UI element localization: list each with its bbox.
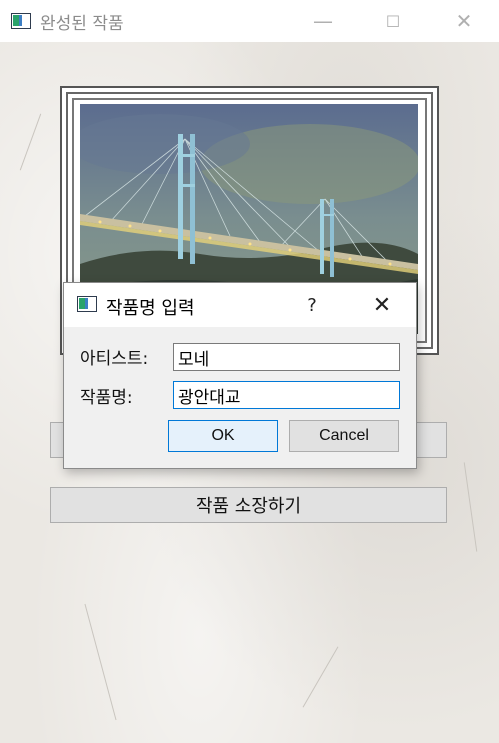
collect-artwork-button[interactable]: 작품 소장하기 xyxy=(50,487,447,523)
window-title: 완성된 작품 xyxy=(40,14,124,34)
maximize-button[interactable]: ☐ xyxy=(370,0,416,42)
artist-label: 아티스트: xyxy=(80,349,149,369)
dialog-app-icon xyxy=(77,296,97,312)
title-label: 작품명: xyxy=(80,388,133,408)
artwork-name-dialog: 작품명 입력 ? ✕ 아티스트: 모네 작품명: 광안대교 OK Cancel xyxy=(63,282,417,469)
cancel-button[interactable]: Cancel xyxy=(289,420,399,452)
dialog-title: 작품명 입력 xyxy=(106,298,195,319)
minimize-button[interactable]: — xyxy=(300,0,346,42)
dialog-title-bar: 작품명 입력 ? ✕ xyxy=(64,283,416,327)
title-input[interactable]: 광안대교 xyxy=(173,381,400,409)
app-icon xyxy=(11,13,31,29)
artist-input[interactable]: 모네 xyxy=(173,343,400,371)
ok-button[interactable]: OK xyxy=(168,420,278,452)
close-button[interactable]: ✕ xyxy=(441,0,487,42)
help-button[interactable]: ? xyxy=(302,283,322,327)
title-bar: 완성된 작품 — ☐ ✕ xyxy=(0,0,499,42)
dialog-close-button[interactable]: ✕ xyxy=(360,283,404,327)
